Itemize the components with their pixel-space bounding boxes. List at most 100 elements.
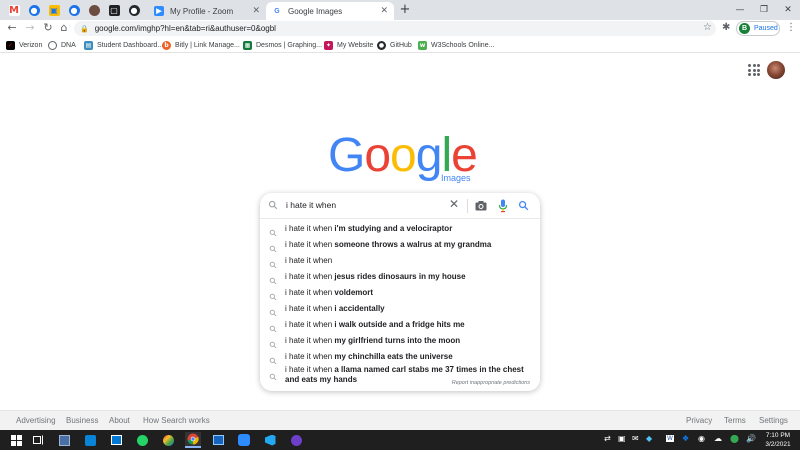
pinned-tab-notion[interactable]: ▢ <box>106 2 122 18</box>
tab-title: Google Images <box>288 6 343 16</box>
camera-icon[interactable] <box>475 200 487 211</box>
taskbar-paint[interactable] <box>160 432 176 448</box>
clear-search-icon[interactable]: ✕ <box>449 197 459 211</box>
footer-link-settings[interactable]: Settings <box>759 416 788 425</box>
taskbar-vscode[interactable] <box>262 432 278 448</box>
home-icon: ⌂ <box>60 21 68 34</box>
minimize-button[interactable]: — <box>728 0 752 20</box>
bookmark-student-dashboard[interactable]: ▤ Student Dashboard... <box>84 39 163 51</box>
pinned-tab-classroom[interactable]: ▣ <box>46 2 62 18</box>
bookmark-dna[interactable]: DNA <box>48 39 76 51</box>
google-apps-icon[interactable] <box>748 64 760 76</box>
close-tab-icon[interactable]: ✕ <box>252 6 260 16</box>
profile-status: Paused <box>754 25 778 32</box>
footer-link-advertising[interactable]: Advertising <box>16 416 56 425</box>
website-icon: ✦ <box>324 40 333 50</box>
bookmark-label: W3Schools Online... <box>431 41 495 49</box>
account-avatar[interactable] <box>767 61 785 79</box>
notion-icon: ▢ <box>108 4 120 16</box>
dropbox-icon[interactable]: ❖ <box>682 434 689 443</box>
network-icon[interactable]: ⇄ <box>604 434 611 443</box>
extensions-puzzle-icon[interactable]: ✱ <box>722 22 730 33</box>
footer-link-about[interactable]: About <box>109 416 130 425</box>
suggestion-prefix: i hate it when <box>285 240 335 249</box>
suggestion-item[interactable]: i hate it when a llama named carl stabs … <box>260 365 540 384</box>
paint-icon <box>162 434 174 446</box>
suggestion-item[interactable]: i hate it when someone throws a walrus a… <box>260 237 540 253</box>
search-input[interactable]: i hate it when <box>286 200 336 210</box>
bookmark-desmos[interactable]: ▦ Desmos | Graphing... <box>243 39 322 51</box>
tray-app-icon[interactable]: ✉ <box>632 434 639 443</box>
close-window-button[interactable]: ✕ <box>776 0 800 20</box>
footer-link-business[interactable]: Business <box>66 416 98 425</box>
close-tab-icon[interactable]: ✕ <box>380 6 388 16</box>
taskbar-screen-snip[interactable] <box>108 432 124 448</box>
tab-strip: M ● ▣ ● ▢ ● ▶ My Profile - Zoom ✕ G Goog… <box>0 0 800 20</box>
suggestion-prefix: i hate it when <box>285 224 335 233</box>
suggestion-item[interactable]: i hate it when my chinchilla eats the un… <box>260 349 540 365</box>
bookmark-bitly[interactable]: b Bitly | Link Manage... <box>162 39 240 51</box>
onedrive-icon[interactable]: ☁ <box>714 434 722 443</box>
task-view-icon <box>32 435 43 445</box>
tray-app-icon[interactable]: ◆ <box>646 434 652 443</box>
bookmark-my-website[interactable]: ✦ My Website <box>324 39 373 51</box>
suggestion-item[interactable]: i hate it when i walk outside and a frid… <box>260 317 540 333</box>
photos-icon <box>212 435 224 445</box>
new-tab-button[interactable]: + <box>398 2 412 18</box>
forward-button[interactable]: → <box>23 21 37 35</box>
search-icon <box>269 341 277 349</box>
footer-link-privacy[interactable]: Privacy <box>686 416 712 425</box>
back-button[interactable]: ← <box>5 21 19 35</box>
volume-icon[interactable]: 🔊 <box>746 434 756 443</box>
search-box: i hate it when ✕ i hate it when i'm stud… <box>260 193 540 391</box>
suggestion-item[interactable]: i hate it when i accidentally <box>260 301 540 317</box>
footer-link-how-search-works[interactable]: How Search works <box>143 416 210 425</box>
reload-button[interactable]: ↻ <box>41 21 55 35</box>
windows-icon <box>10 434 22 446</box>
report-predictions-link[interactable]: Report inappropriate predictions <box>452 380 530 386</box>
suggestion-completion: jesus rides dinosaurs in my house <box>334 272 466 281</box>
pinned-tab-gmail[interactable]: M <box>6 2 22 18</box>
suggestion-item[interactable]: i hate it when voldemort <box>260 285 540 301</box>
search-icon <box>269 373 277 381</box>
taskbar-zoom[interactable] <box>236 432 252 448</box>
microphone-icon[interactable] <box>498 199 508 213</box>
task-view-button[interactable] <box>30 432 46 448</box>
taskbar-whatsapp[interactable] <box>134 432 150 448</box>
tab-zoom[interactable]: ▶ My Profile - Zoom ✕ <box>148 2 266 20</box>
bookmark-w3schools[interactable]: w W3Schools Online... <box>418 39 494 51</box>
suggestion-item[interactable]: i hate it when <box>260 253 540 269</box>
bitly-icon: b <box>162 40 171 50</box>
maximize-button[interactable]: ❐ <box>752 0 776 20</box>
suggestion-item[interactable]: i hate it when my girlfriend turns into … <box>260 333 540 349</box>
github-desktop-icon <box>290 434 302 446</box>
footer-link-terms[interactable]: Terms <box>724 416 746 425</box>
taskbar-photos[interactable] <box>210 432 226 448</box>
taskbar-chrome[interactable] <box>185 432 201 448</box>
verizon-icon: ✓ <box>6 40 15 50</box>
more-menu-icon[interactable]: ⋮ <box>786 22 796 33</box>
system-clock[interactable]: 7:10 PM 3/2/2021 <box>763 431 793 449</box>
start-button[interactable] <box>8 432 24 448</box>
pinned-tab-account[interactable]: ● <box>26 2 42 18</box>
taskbar-app-blue[interactable] <box>82 432 98 448</box>
search-submit-icon[interactable] <box>518 200 529 211</box>
pinned-tab-messenger[interactable]: ● <box>66 2 82 18</box>
sync-icon[interactable]: ⬤ <box>730 434 739 443</box>
suggestion-item[interactable]: i hate it when jesus rides dinosaurs in … <box>260 269 540 285</box>
word-icon[interactable]: W <box>666 435 674 442</box>
taskbar-github-desktop[interactable] <box>288 432 304 448</box>
bookmark-verizon[interactable]: ✓ Verizon <box>6 39 42 51</box>
address-bar[interactable]: 🔒 google.com/imghp?hl=en&tab=ri&authuser… <box>74 21 716 36</box>
tab-google-images[interactable]: G Google Images ✕ <box>266 2 394 20</box>
pinned-tab-github[interactable]: ● <box>126 2 142 18</box>
tray-app-icon[interactable]: ▣ <box>618 434 626 443</box>
pinned-tab-profile[interactable] <box>86 2 102 18</box>
home-button[interactable]: ⌂ <box>57 21 71 35</box>
suggestion-item[interactable]: i hate it when i'm studying and a veloci… <box>260 221 540 237</box>
bookmark-star-icon[interactable]: ☆ <box>703 22 712 33</box>
camera-tray-icon[interactable]: ◉ <box>698 434 705 443</box>
taskbar-calculator[interactable] <box>56 432 72 448</box>
bookmark-github[interactable]: ● GitHub <box>377 39 412 51</box>
profile-button[interactable]: B Paused <box>736 21 780 36</box>
